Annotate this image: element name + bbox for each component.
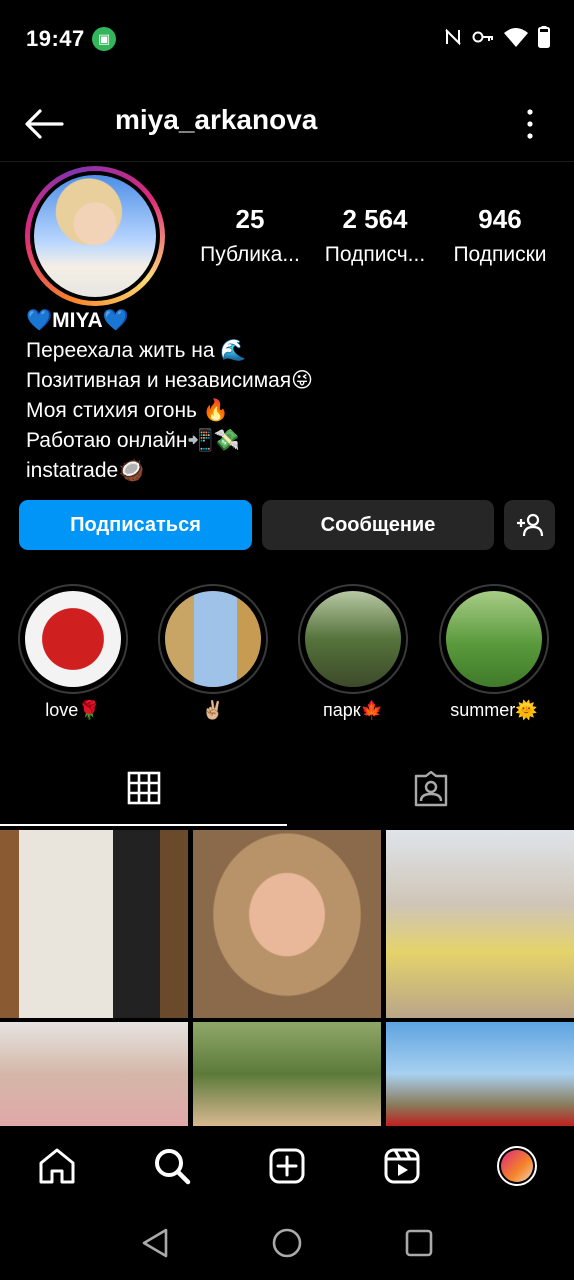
profile-stats: 25 Публика... 2 564 Подписч... 946 Подпи…: [190, 204, 560, 267]
nav-search[interactable]: [142, 1136, 202, 1196]
status-bar: 19:47 ▣: [0, 0, 574, 78]
system-navigation-bar: [0, 1206, 574, 1280]
bio-line: Моя стихия огонь 🔥: [26, 399, 229, 422]
battery-icon: [538, 26, 550, 48]
post-thumbnail[interactable]: [0, 830, 188, 1018]
stat-value: 2 564: [342, 204, 408, 234]
bio-line: Работаю онлайн📲💸: [26, 429, 240, 452]
highlight-cover: [25, 591, 121, 687]
post-thumbnail[interactable]: [193, 1022, 381, 1126]
bottom-navigation: [0, 1126, 574, 1206]
nav-home[interactable]: [27, 1136, 87, 1196]
reels-icon: [384, 1148, 420, 1184]
post-thumbnail[interactable]: [193, 830, 381, 1018]
status-time: 19:47: [26, 26, 85, 51]
story-highlight[interactable]: ✌🏼: [158, 584, 268, 721]
story-highlight[interactable]: love🌹: [18, 584, 128, 721]
profile-header: miya_arkanova: [0, 86, 574, 162]
system-recents-icon[interactable]: [404, 1228, 434, 1258]
stat-value: 25: [235, 204, 265, 234]
highlight-cover: [165, 591, 261, 687]
add-person-icon: [516, 513, 543, 537]
profile-tabs: [0, 752, 574, 826]
posts-grid: [0, 830, 574, 1126]
highlight-label: love🌹: [45, 700, 101, 720]
back-arrow-icon[interactable]: [22, 104, 66, 144]
nav-profile[interactable]: [487, 1136, 547, 1196]
bio-line: Переехала жить на 🌊: [26, 339, 247, 362]
stat-followers[interactable]: 2 564 Подписч...: [315, 204, 435, 267]
notification-app-icon: ▣: [92, 27, 116, 51]
nav-create[interactable]: [257, 1136, 317, 1196]
system-icons: [444, 26, 550, 48]
system-home-icon[interactable]: [271, 1227, 303, 1259]
highlight-cover: [446, 591, 542, 687]
nfc-icon: [445, 28, 461, 46]
home-icon: [39, 1148, 75, 1184]
highlight-label: summer🌞: [450, 700, 538, 720]
stat-value: 946: [478, 204, 522, 234]
highlight-label: парк🍁: [322, 700, 384, 720]
highlight-cover: [305, 591, 401, 687]
tab-posts-grid[interactable]: [0, 752, 287, 826]
profile-avatar-mini: [496, 1146, 537, 1186]
suggest-users-button[interactable]: [504, 500, 555, 550]
wifi-icon: [504, 28, 528, 47]
bio-line: instatrade🥥: [26, 459, 145, 482]
highlight-label: ✌🏼: [201, 700, 225, 720]
search-icon: [155, 1149, 191, 1185]
more-options-icon[interactable]: [522, 104, 538, 144]
profile-username: miya_arkanova: [115, 104, 318, 135]
nav-reels[interactable]: [372, 1136, 432, 1196]
post-thumbnail[interactable]: [386, 830, 574, 1018]
key-icon: [472, 31, 493, 43]
grid-icon: [127, 771, 160, 805]
tab-tagged[interactable]: [287, 752, 574, 826]
story-highlight[interactable]: парк🍁: [298, 584, 408, 721]
bio-line: Позитивная и независимая😜: [26, 369, 314, 392]
add-post-icon: [269, 1148, 305, 1184]
stat-label: Подписч...: [324, 243, 426, 266]
story-highlight[interactable]: summer🌞: [439, 584, 549, 721]
system-back-icon[interactable]: [140, 1227, 170, 1259]
stat-posts[interactable]: 25 Публика...: [190, 204, 310, 267]
post-thumbnail[interactable]: [386, 1022, 574, 1126]
stat-label: Публика...: [200, 243, 300, 266]
follow-button[interactable]: Подписаться: [19, 500, 252, 550]
stat-following[interactable]: 946 Подписки: [440, 204, 560, 267]
profile-avatar[interactable]: [25, 166, 165, 306]
profile-bio: 💙MIYA💙 Переехала жить на 🌊 Позитивная и …: [26, 306, 313, 486]
stat-label: Подписки: [453, 243, 547, 266]
bio-name: 💙MIYA💙: [26, 309, 129, 332]
post-thumbnail[interactable]: [0, 1022, 188, 1126]
message-button[interactable]: Сообщение: [262, 500, 494, 550]
avatar-photo: [34, 175, 156, 297]
tagged-user-icon: [414, 771, 447, 807]
